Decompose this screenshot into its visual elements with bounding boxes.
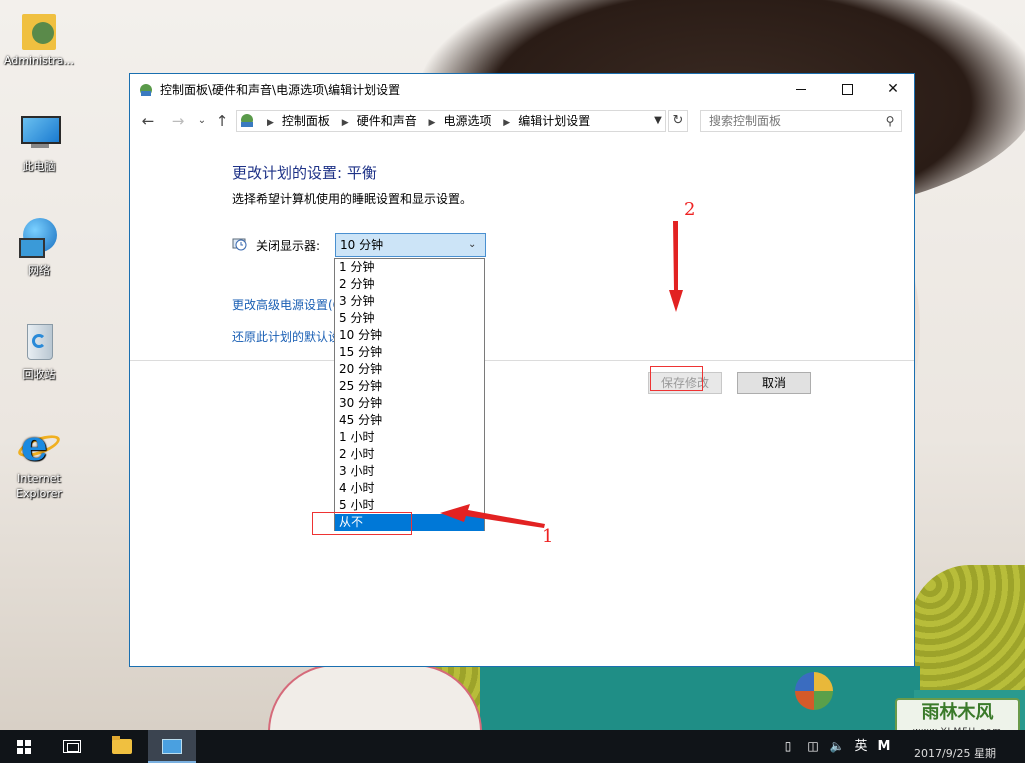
control-panel-icon bbox=[241, 114, 253, 127]
dropdown-option[interactable]: 4 小时 bbox=[335, 480, 484, 497]
chevron-right-icon: ▶ bbox=[267, 118, 274, 128]
chevron-down-icon: ⌄ bbox=[468, 239, 477, 250]
minimize-button[interactable] bbox=[778, 74, 824, 104]
up-button[interactable]: ↑ bbox=[212, 110, 232, 132]
desktop-icon-label: Administra... bbox=[4, 54, 74, 67]
control-panel-window: 控制面板\硬件和声音\电源选项\编辑计划设置 ✕ ← → ⌄ ↑ ▶ 控制面板 ▶… bbox=[129, 73, 915, 667]
divider bbox=[130, 360, 914, 361]
desktop-icon-this-pc[interactable]: 此电脑 bbox=[0, 112, 78, 174]
watermark-title: 雨林木风 bbox=[921, 702, 994, 723]
dropdown-option[interactable]: 1 分钟 bbox=[335, 259, 484, 276]
network-icon bbox=[17, 216, 61, 260]
control-panel-icon bbox=[162, 739, 182, 754]
search-box: ⚲ bbox=[700, 110, 902, 132]
navigation-bar: ← → ⌄ ↑ ▶ 控制面板 ▶ 硬件和声音 ▶ 电源选项 ▶ 编辑计划设置 ▼ ↻ ⚲ bbox=[130, 108, 914, 134]
recycle-bin-icon bbox=[17, 320, 61, 364]
breadcrumb-item[interactable]: 电源选项 bbox=[443, 114, 491, 128]
chevron-right-icon: ▶ bbox=[341, 118, 349, 128]
address-dropdown-icon[interactable]: ▼ bbox=[651, 111, 665, 131]
file-explorer-button[interactable] bbox=[98, 730, 146, 763]
desktop-icon-label: 网络 bbox=[28, 264, 50, 277]
breadcrumb: ▶ 控制面板 ▶ 硬件和声音 ▶ 电源选项 ▶ 编辑计划设置 bbox=[259, 111, 590, 131]
refresh-button[interactable]: ↻ bbox=[668, 110, 688, 132]
close-icon: ✕ bbox=[887, 81, 899, 97]
monitor-clock-icon bbox=[232, 238, 247, 251]
display-off-label: 关闭显示器: bbox=[256, 239, 321, 253]
dropdown-option[interactable]: 2 分钟 bbox=[335, 276, 484, 293]
recent-locations-button[interactable]: ⌄ bbox=[192, 110, 212, 132]
cancel-button[interactable]: 取消 bbox=[737, 372, 811, 394]
usb-icon[interactable]: ▯ bbox=[780, 730, 796, 763]
task-view-icon bbox=[63, 740, 81, 753]
dropdown-option[interactable]: 25 分钟 bbox=[335, 378, 484, 395]
dropdown-option[interactable]: 15 分钟 bbox=[335, 344, 484, 361]
window-title: 控制面板\硬件和声音\电源选项\编辑计划设置 bbox=[160, 83, 401, 97]
desktop-icon-network[interactable]: 网络 bbox=[0, 216, 78, 278]
refresh-icon: ↻ bbox=[672, 113, 684, 128]
display-off-dropdown-list: 1 分钟 2 分钟 3 分钟 5 分钟 10 分钟 15 分钟 20 分钟 25… bbox=[334, 258, 485, 531]
user-folder-icon bbox=[22, 14, 56, 50]
desktop-icon-label: 回收站 bbox=[22, 368, 56, 381]
network-tray-icon[interactable]: ◫ bbox=[802, 730, 824, 763]
dropdown-option[interactable]: 30 分钟 bbox=[335, 395, 484, 412]
input-method-indicator[interactable]: 英 bbox=[852, 730, 870, 763]
dropdown-option[interactable]: 3 分钟 bbox=[335, 293, 484, 310]
desktop-icon-recycle-bin[interactable]: 回收站 bbox=[0, 320, 78, 382]
taskbar: ▯ ◫ 🔈 英 M 2017/9/25 星期 bbox=[0, 730, 1025, 763]
desktop-icon-ie[interactable]: e Internet Explorer bbox=[0, 424, 78, 501]
title-bar[interactable]: 控制面板\硬件和声音\电源选项\编辑计划设置 ✕ bbox=[130, 74, 914, 106]
display-off-value: 10 分钟 bbox=[340, 238, 384, 252]
forward-button[interactable]: → bbox=[168, 110, 188, 132]
dropdown-option[interactable]: 5 分钟 bbox=[335, 310, 484, 327]
clock-date[interactable]: 2017/9/25 星期 bbox=[900, 744, 1010, 763]
breadcrumb-item[interactable]: 硬件和声音 bbox=[357, 114, 417, 128]
annotation-box-save bbox=[650, 366, 703, 391]
back-button[interactable]: ← bbox=[138, 110, 158, 132]
desktop-icon-admin[interactable]: Administra... bbox=[0, 10, 78, 68]
wallpaper-logo-icon bbox=[795, 672, 833, 710]
annotation-box-never bbox=[312, 512, 412, 535]
folder-icon bbox=[112, 736, 132, 754]
advanced-power-settings-link[interactable]: 更改高级电源设置(C) bbox=[232, 296, 346, 313]
desktop-icon-label: Internet Explorer bbox=[16, 472, 62, 500]
maximize-icon bbox=[842, 84, 853, 95]
windows-logo-icon bbox=[17, 740, 31, 754]
desktop-icon-label: 此电脑 bbox=[22, 160, 56, 173]
chevron-right-icon: ▶ bbox=[428, 118, 436, 128]
wallpaper-badge bbox=[268, 664, 482, 730]
breadcrumb-item[interactable]: 编辑计划设置 bbox=[518, 114, 590, 128]
computer-icon bbox=[17, 112, 61, 156]
search-icon[interactable]: ⚲ bbox=[881, 111, 899, 131]
start-button[interactable] bbox=[0, 730, 48, 763]
address-bar[interactable]: ▶ 控制面板 ▶ 硬件和声音 ▶ 电源选项 ▶ 编辑计划设置 ▼ bbox=[236, 110, 666, 132]
dropdown-option[interactable]: 45 分钟 bbox=[335, 412, 484, 429]
search-input[interactable] bbox=[701, 111, 877, 131]
dropdown-option[interactable]: 3 小时 bbox=[335, 463, 484, 480]
dropdown-option[interactable]: 1 小时 bbox=[335, 429, 484, 446]
page-title: 更改计划的设置: 平衡 bbox=[232, 164, 377, 182]
control-panel-taskbar-button[interactable] bbox=[148, 730, 196, 763]
minimize-icon bbox=[796, 89, 806, 90]
wallpaper-shirt bbox=[480, 666, 920, 730]
input-mode-indicator[interactable]: M bbox=[876, 730, 892, 763]
annotation-label-2: 2 bbox=[684, 199, 696, 220]
dropdown-option[interactable]: 10 分钟 bbox=[335, 327, 484, 344]
breadcrumb-item[interactable]: 控制面板 bbox=[282, 114, 330, 128]
volume-icon[interactable]: 🔈 bbox=[826, 730, 848, 763]
maximize-button[interactable] bbox=[824, 74, 870, 104]
dropdown-option[interactable]: 2 小时 bbox=[335, 446, 484, 463]
power-options-icon bbox=[140, 84, 152, 96]
display-off-select[interactable]: 10 分钟 ⌄ bbox=[335, 233, 486, 257]
annotation-label-1: 1 bbox=[542, 526, 554, 547]
chevron-right-icon: ▶ bbox=[503, 118, 511, 128]
page-description: 选择希望计算机使用的睡眠设置和显示设置。 bbox=[232, 192, 473, 206]
close-button[interactable]: ✕ bbox=[870, 74, 916, 104]
internet-explorer-icon: e bbox=[15, 424, 63, 468]
dropdown-option[interactable]: 20 分钟 bbox=[335, 361, 484, 378]
task-view-button[interactable] bbox=[48, 730, 96, 763]
